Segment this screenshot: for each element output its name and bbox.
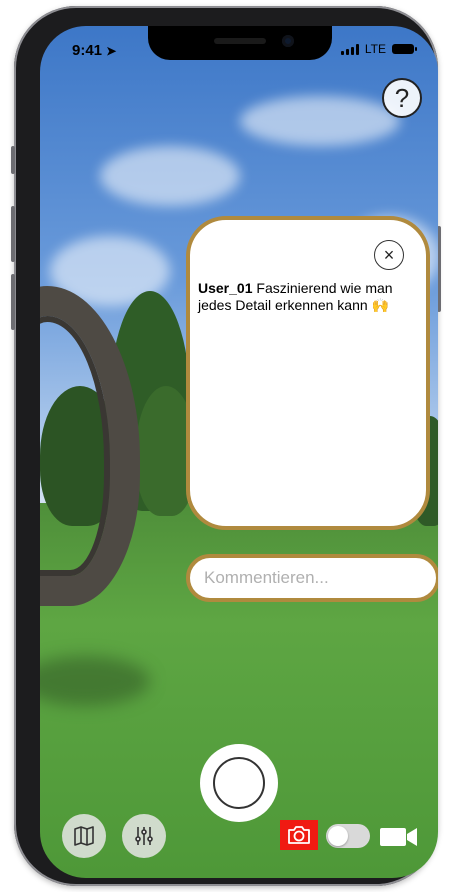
network-label: LTE [364, 42, 386, 56]
shadow [40, 656, 150, 706]
close-button[interactable]: × [374, 240, 404, 270]
photo-video-toggle[interactable] [326, 824, 370, 848]
cloud [240, 96, 400, 146]
comment-input-container[interactable] [186, 554, 438, 602]
notch [148, 26, 332, 60]
sliders-icon [135, 827, 153, 845]
help-button[interactable]: ? [382, 78, 422, 118]
toggle-knob [328, 826, 348, 846]
status-time-text: 9:41 [72, 42, 103, 59]
video-camera-icon [380, 828, 417, 846]
cloud [100, 146, 240, 206]
comment-input[interactable] [202, 567, 426, 589]
comment-card: × User_01 Faszinierend wie man jedes Det… [186, 216, 430, 530]
front-camera [282, 35, 294, 47]
shutter-ring [213, 757, 265, 809]
shutter-button[interactable] [200, 744, 278, 822]
phone-frame: 9:41 ➤ LTE ? × User_01 Faszinierend wie … [11, 6, 441, 886]
comment-text: User_01 Faszinierend wie man jedes Detai… [198, 280, 416, 314]
location-arrow-icon: ➤ [106, 44, 117, 58]
status-indicators: LTE [340, 42, 417, 56]
volume-down-button [11, 274, 15, 330]
signal-icon [340, 43, 359, 55]
map-icon [74, 826, 94, 846]
raised-hands-icon: 🙌 [371, 297, 389, 313]
video-mode-button[interactable] [378, 824, 420, 850]
close-icon: × [383, 244, 395, 265]
photo-mode-button[interactable] [280, 820, 318, 850]
status-time: 9:41 ➤ [72, 42, 116, 59]
filter-button[interactable] [122, 814, 166, 858]
battery-icon [392, 44, 417, 54]
volume-up-button [11, 206, 15, 262]
comment-username: User_01 [198, 280, 253, 296]
map-button[interactable] [62, 814, 106, 858]
ar-camera-view[interactable]: 9:41 ➤ LTE ? × User_01 Faszinierend wie … [40, 26, 438, 878]
speaker [214, 38, 266, 44]
camera-icon [288, 826, 310, 844]
help-label: ? [394, 82, 410, 113]
mute-switch [11, 146, 15, 174]
